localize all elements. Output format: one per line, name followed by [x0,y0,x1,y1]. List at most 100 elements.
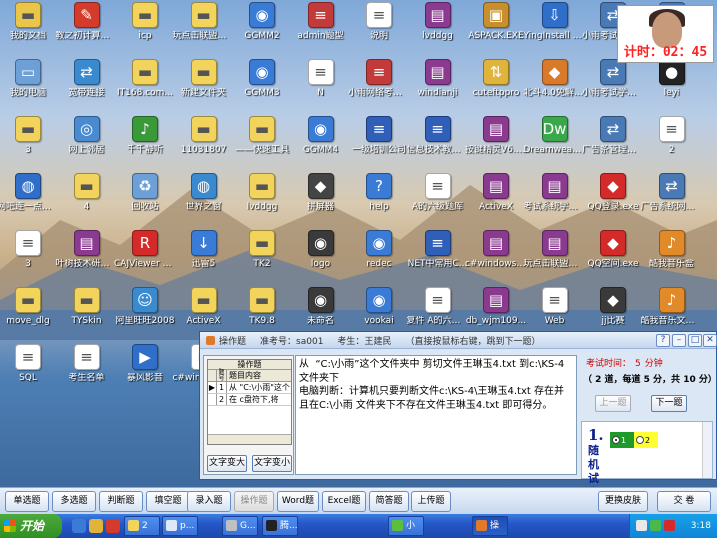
desktop-icon[interactable]: ◆ QQ空间.exe [582,230,644,288]
desktop-icon[interactable]: ≡ 2 [641,116,703,174]
desktop-icon[interactable]: ↓ 迅雷5 [173,230,235,288]
desktop-icon[interactable]: ≡ 信息技术教学课后习题课 [407,116,469,174]
desktop-icon[interactable]: ▬ 4 [56,173,118,231]
desktop-icon[interactable]: ● leyi [641,59,703,117]
desktop-icon[interactable]: ⇅ cuteftppro [465,59,527,117]
short-answer-button[interactable]: 简答题 [369,491,409,512]
desktop-icon[interactable]: ▬ icp [114,2,176,60]
desktop-icon[interactable]: ≡ 小雨网络考试系统中文... [348,59,410,117]
desktop-icon[interactable]: ▤ lvddgg [407,2,469,60]
desktop-icon[interactable]: ◉ logo [290,230,352,288]
desktop-icon[interactable]: ≡ 一级培训公司 [348,116,410,174]
desktop-icon[interactable]: ▬ TK2 [231,230,293,288]
desktop-icon[interactable]: ≡ N [290,59,352,117]
desktop-icon[interactable]: ▬ TYSkin [56,287,118,345]
change-skin-button[interactable]: 更换皮肤 [598,491,648,512]
desktop-icon[interactable]: ▬ 3 [0,116,59,174]
desktop-icon[interactable]: ◉ GGMM3 [231,59,293,117]
desktop-icon[interactable]: ⇄ 广告条管理系统 [582,116,644,174]
network-tray-icon[interactable] [650,520,661,531]
desktop-icon[interactable]: ▤ ActiveX [465,173,527,231]
excel-question-button[interactable]: Excel题 [322,491,366,512]
font-smaller-button[interactable]: 文字变小 [252,455,292,472]
desktop-icon[interactable]: R CAJViewer 7.0 [114,230,176,288]
answer-scrollbar[interactable] [702,422,712,478]
desktop-icon[interactable]: ▬ ——快速工具 [231,116,293,174]
fill-blank-button[interactable]: 填空题 [146,491,190,512]
desktop-icon[interactable]: ☺ 阿里旺旺2008 [114,287,176,345]
next-question-button[interactable]: 下一题 [651,395,687,412]
desktop-icon[interactable]: ◍ 世界之窗 [173,173,235,231]
desktop-icon[interactable]: ? help [348,173,410,231]
quicklaunch-browser-icon[interactable] [72,519,86,533]
quicklaunch-mail-icon[interactable] [89,519,103,533]
desktop-icon[interactable]: ▤ windianji [407,59,469,117]
desktop-icon[interactable]: ▶ 暴风影音 [114,344,176,402]
answer-option-1[interactable]: 1 [610,432,634,448]
start-button[interactable]: 开始 [0,514,62,538]
desktop-icon[interactable]: ♪ 酷我音乐盒 [641,230,703,288]
desktop-icon[interactable]: ◉ GGMM2 [231,2,293,60]
desktop-icon[interactable]: ≡ SQL [0,344,59,402]
quicklaunch-media-icon[interactable] [106,519,120,533]
desktop-icon[interactable]: ▬ move_dlg [0,287,59,345]
desktop-icon[interactable]: ▬ 我的文档 [0,2,59,60]
desktop-icon[interactable]: ◉ GGMM4 [290,116,352,174]
operation-button[interactable]: 操作题 [234,491,274,512]
desktop-icon[interactable]: ▬ 新建文件夹 [173,59,235,117]
question-text-area[interactable]: 从 “C:\小雨”这个文件夹中 剪切文件王琳玉4.txt 到c:\KS-4文件夹… [295,355,577,475]
desktop-icon[interactable]: ⇩ YingInstall 5.8 [524,2,586,60]
close-icon[interactable]: ✕ [703,334,717,347]
desktop-icon[interactable]: ≡ admin题型 [290,2,352,60]
maximize-icon[interactable]: □ [688,334,702,347]
table-row[interactable]: ▶ 1 从 "C:\小雨"这个 [208,382,291,394]
desktop-icon[interactable]: ◆ QQ登录.exe [582,173,644,231]
typing-button[interactable]: 录入题 [187,491,231,512]
desktop-icon[interactable]: ▭ 我的电脑 [0,59,59,117]
taskbar-item-3[interactable]: G... [222,516,258,536]
desktop-icon[interactable]: ◆ 北斗4.0免解版.exe [524,59,586,117]
desktop-icon[interactable]: ◉ redec [348,230,410,288]
taskbar-item-5[interactable]: 小 [388,516,424,536]
desktop-icon[interactable]: ▣ ASPACK.EXE [465,2,527,60]
desktop-icon[interactable]: ▤ 玩点击联盟新版教程 [524,230,586,288]
true-false-button[interactable]: 判断题 [99,491,143,512]
taskbar-item-4[interactable]: 腾... [262,516,298,536]
multi-choice-button[interactable]: 多选题 [52,491,96,512]
desktop-icon[interactable]: ▬ 玩点击联盟新版教程 [173,2,235,60]
desktop-icon[interactable]: Dw Dreamweaver... [524,116,586,174]
desktop-icon[interactable]: ◆ 拼屏器 [290,173,352,231]
desktop-icon[interactable]: ♪ 千千静听 [114,116,176,174]
antivirus-icon[interactable] [664,520,675,531]
horizontal-scrollbar[interactable] [208,434,291,444]
taskbar-item-6[interactable]: 操 [472,516,508,536]
desktop-icon[interactable]: ▬ 11031807 [173,116,235,174]
desktop-icon[interactable]: ⇄ 宽带连接 [56,59,118,117]
desktop-icon[interactable]: ◍ 网吧连一点通6.0 [0,173,59,231]
desktop-icon[interactable]: ◎ 网上邻居 [56,116,118,174]
desktop-icon[interactable]: ✎ 教之初计算机考试系统 [56,2,118,60]
taskbar-item-1[interactable]: 2 [124,516,160,536]
desktop-icon[interactable]: ≡ 说明 [348,2,410,60]
minimize-icon[interactable]: – [672,334,686,347]
prev-question-button[interactable]: 上一题 [595,395,631,412]
table-row[interactable]: 2 在 c盘符下,将 [208,394,291,406]
submit-exam-button[interactable]: 交 卷 [657,491,711,512]
desktop-icon[interactable]: ▤ 考试系统学生端 [524,173,586,231]
volume-icon[interactable] [636,520,647,531]
single-choice-button[interactable]: 单选题 [5,491,49,512]
taskbar-item-2[interactable]: p... [162,516,198,536]
desktop-icon[interactable]: ≡ 3 [0,230,59,288]
desktop-icon[interactable]: ▬ lvddgg [231,173,293,231]
font-bigger-button[interactable]: 文字变大 [207,455,247,472]
answer-option-2[interactable]: 2 [634,432,658,448]
desktop-icon[interactable]: ▤ 按键精灵V6.31.160... [465,116,527,174]
desktop-icon[interactable]: ≡ A的六级题库 [407,173,469,231]
desktop-icon[interactable]: ⇄ 广告系统网络版 [641,173,703,231]
upload-question-button[interactable]: 上传题 [411,491,451,512]
desktop-icon[interactable]: ▤ 叶树技术研究安装包 [56,230,118,288]
desktop-icon[interactable]: ⇄ 小雨考试学生端 [582,59,644,117]
desktop-icon[interactable]: ≡ 考生名单 [56,344,118,402]
desktop-icon[interactable]: ▤ c#windows程序设计 [465,230,527,288]
desktop-icon[interactable]: ♻ 回收站 [114,173,176,231]
